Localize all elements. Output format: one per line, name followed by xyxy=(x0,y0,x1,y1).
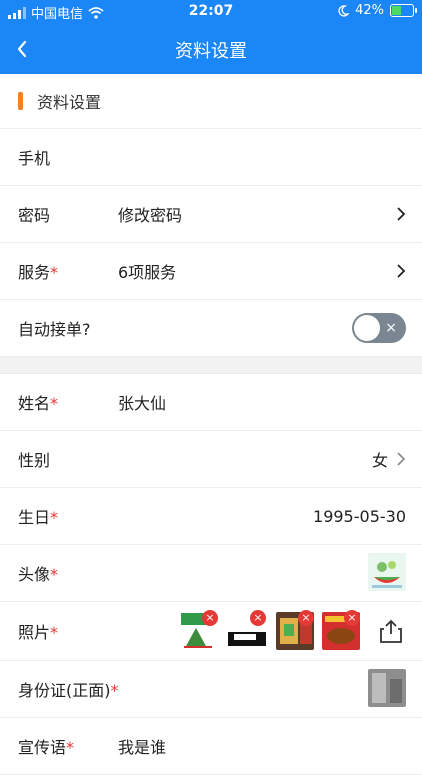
idcard-thumbnail[interactable] xyxy=(368,669,406,707)
service-value: 6项服务 xyxy=(118,263,177,282)
photos-label: 照片* xyxy=(18,623,59,642)
avatar[interactable] xyxy=(368,553,406,591)
name-value: 张大仙 xyxy=(118,394,167,413)
chevron-right-icon xyxy=(397,207,406,221)
share-upload-icon[interactable] xyxy=(378,618,404,644)
row-avatar[interactable]: 头像* xyxy=(0,545,422,602)
idcard-label: 身份证(正面)* xyxy=(18,681,119,700)
row-birthday[interactable]: 生日* 1995-05-30 xyxy=(0,488,422,545)
row-gender[interactable]: 性别 女 xyxy=(0,431,422,488)
required-mark: * xyxy=(50,508,59,527)
slogan-value: 我是谁 xyxy=(118,738,167,757)
chevron-right-icon xyxy=(397,264,406,278)
status-right: 42% xyxy=(337,3,417,18)
auto-accept-toggle[interactable]: × xyxy=(352,313,406,343)
delete-photo-button[interactable]: × xyxy=(202,610,218,626)
phone-label: 手机 xyxy=(18,149,51,168)
required-mark: * xyxy=(50,565,59,584)
section-header: 资料设置 xyxy=(0,74,422,129)
gender-label: 性别 xyxy=(18,451,51,470)
row-slogan[interactable]: 宣传语* 我是谁 xyxy=(0,718,422,775)
password-value: 修改密码 xyxy=(118,206,183,225)
birthday-label: 生日* xyxy=(18,508,59,527)
password-label: 密码 xyxy=(18,206,51,225)
gender-value-wrap: 女 xyxy=(372,447,406,471)
battery-icon xyxy=(390,4,417,17)
birthday-value: 1995-05-30 xyxy=(313,506,406,526)
row-idcard[interactable]: 身份证(正面)* xyxy=(0,661,422,718)
page-title: 资料设置 xyxy=(175,41,247,62)
battery-percent: 42% xyxy=(355,3,384,18)
row-service[interactable]: 服务* 6项服务 xyxy=(0,243,422,300)
chevron-right-icon xyxy=(397,452,406,466)
row-auto-accept: 自动接单? × xyxy=(0,300,422,357)
section-divider xyxy=(0,357,422,374)
delete-photo-button[interactable]: × xyxy=(298,610,314,626)
slogan-label: 宣传语* xyxy=(18,738,75,757)
row-photos: 照片* × × × × xyxy=(0,602,422,661)
avatar-label: 头像* xyxy=(18,565,59,584)
row-password[interactable]: 密码 修改密码 xyxy=(0,186,422,243)
row-phone[interactable]: 手机 xyxy=(0,129,422,186)
password-arrow xyxy=(396,206,406,222)
toggle-knob xyxy=(354,315,380,341)
name-label: 姓名* xyxy=(18,394,59,413)
required-mark: * xyxy=(50,623,59,642)
required-mark: * xyxy=(66,738,75,757)
row-name[interactable]: 姓名* 张大仙 xyxy=(0,374,422,431)
status-bar: 中国电信 22:07 42% xyxy=(0,0,422,24)
moon-icon xyxy=(338,4,350,17)
section-accent-bar xyxy=(18,92,23,110)
delete-photo-button[interactable]: × xyxy=(344,610,360,626)
settings-list: 资料设置 手机 密码 修改密码 服务* 6项服务 自动接单? × 姓名* 张大仙… xyxy=(0,74,422,775)
required-mark: * xyxy=(50,263,59,282)
delete-photo-button[interactable]: × xyxy=(250,610,266,626)
service-label: 服务* xyxy=(18,263,59,282)
auto-accept-label: 自动接单? xyxy=(18,320,91,339)
close-icon: × xyxy=(385,320,397,336)
service-arrow xyxy=(396,263,406,279)
required-mark: * xyxy=(110,681,119,700)
navigation-bar: 资料设置 xyxy=(0,24,422,74)
gender-value: 女 xyxy=(371,451,388,470)
section-title: 资料设置 xyxy=(37,93,102,112)
required-mark: * xyxy=(50,394,59,413)
